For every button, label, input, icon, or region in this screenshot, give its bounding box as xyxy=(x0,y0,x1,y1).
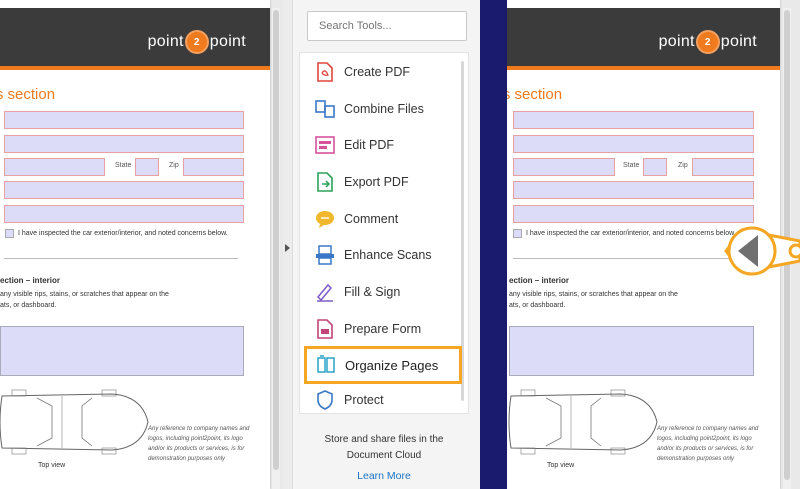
divider xyxy=(513,258,749,259)
zip-label: Zip xyxy=(678,162,688,169)
document-pane-left[interactable]: point 2 point r's section State Zip I ha… xyxy=(0,0,283,489)
state-field[interactable] xyxy=(135,158,159,176)
tool-enhance-scans[interactable]: Enhance Scans xyxy=(300,237,470,273)
point2point-logo: point 2 point xyxy=(148,30,246,54)
tools-pane: Create PDF Combine Files Edit PDF Export… xyxy=(283,0,480,489)
zip-label: Zip xyxy=(169,162,179,169)
interior-notes-field[interactable] xyxy=(0,326,244,376)
inspected-checkbox[interactable] xyxy=(5,229,14,238)
inspected-checkbox[interactable] xyxy=(513,229,522,238)
scrollbar-thumb[interactable] xyxy=(273,10,279,470)
comment-icon xyxy=(314,208,336,230)
form-field[interactable] xyxy=(4,158,105,176)
state-label: State xyxy=(623,162,640,169)
pdf-page: point 2 point r's section State Zip I ha… xyxy=(0,0,270,489)
inspected-text: I have inspected the car exterior/interi… xyxy=(526,230,736,237)
form-field[interactable] xyxy=(513,181,754,199)
form-field[interactable] xyxy=(513,111,754,129)
tool-combine-files[interactable]: Combine Files xyxy=(300,91,470,127)
scrollbar[interactable] xyxy=(272,8,280,489)
protect-icon xyxy=(314,389,336,411)
point2point-logo: point 2 point xyxy=(659,30,757,54)
tool-export-pdf[interactable]: Export PDF xyxy=(300,164,470,200)
inspected-text: I have inspected the car exterior/interi… xyxy=(18,230,228,237)
learn-more-link[interactable]: Learn More xyxy=(299,470,469,482)
section-title: r's section xyxy=(0,86,56,103)
tool-comment[interactable]: Comment xyxy=(300,201,470,237)
form-field[interactable] xyxy=(513,135,754,153)
export-pdf-icon xyxy=(314,171,336,193)
collapse-arrow-icon[interactable] xyxy=(285,244,290,252)
section-title: r's section xyxy=(507,86,563,103)
interior-description: ats, or dashboard. xyxy=(0,302,57,309)
disclaimer-text: Any reference to company names and logos… xyxy=(148,426,250,462)
state-label: State xyxy=(115,162,132,169)
prepare-form-icon xyxy=(314,318,336,340)
car-top-view-diagram xyxy=(508,389,658,455)
interior-description: any visible rips, stains, or scratches t… xyxy=(509,291,678,298)
page-header: point 2 point xyxy=(507,8,780,70)
form-field[interactable] xyxy=(513,158,615,176)
tool-fill-sign[interactable]: Fill & Sign xyxy=(300,274,470,310)
fill-sign-icon xyxy=(314,281,336,303)
tools-list: Create PDF Combine Files Edit PDF Export… xyxy=(299,52,469,414)
steering-wheel-icon: 2 xyxy=(695,30,720,54)
edit-pdf-icon xyxy=(314,134,336,156)
state-field[interactable] xyxy=(643,158,667,176)
disclaimer-text: Any reference to company names and logos… xyxy=(657,426,759,462)
page-header: point 2 point xyxy=(0,8,270,70)
collapse-pane-handle[interactable] xyxy=(283,0,293,489)
interior-title: ection – interior xyxy=(0,276,61,285)
zip-field[interactable] xyxy=(183,158,244,176)
organize-pages-icon xyxy=(315,354,337,376)
form-field[interactable] xyxy=(4,135,244,153)
tool-organize-pages[interactable]: Organize Pages xyxy=(304,346,462,384)
search-tools-input[interactable] xyxy=(307,11,467,41)
tool-protect[interactable]: Protect xyxy=(300,385,470,415)
tool-create-pdf[interactable]: Create PDF xyxy=(300,54,470,90)
interior-description: ats, or dashboard. xyxy=(509,302,566,309)
form-field[interactable] xyxy=(4,111,244,129)
divider xyxy=(4,258,238,259)
callout-end-dot xyxy=(788,243,800,259)
interior-title: ection – interior xyxy=(509,276,570,285)
split-divider xyxy=(480,0,507,489)
zip-field[interactable] xyxy=(692,158,754,176)
create-pdf-icon xyxy=(314,61,336,83)
combine-files-icon xyxy=(314,98,336,120)
tool-edit-pdf[interactable]: Edit PDF xyxy=(300,127,470,163)
tool-prepare-form[interactable]: Prepare Form xyxy=(300,311,470,347)
steering-wheel-icon: 2 xyxy=(184,30,209,54)
form-field[interactable] xyxy=(513,205,754,223)
document-cloud-promo: Store and share files in the Document Cl… xyxy=(324,434,444,461)
form-field[interactable] xyxy=(4,205,244,223)
top-view-label: Top view xyxy=(38,462,66,469)
expand-pane-callout[interactable] xyxy=(722,226,800,276)
car-top-view-diagram xyxy=(0,389,149,455)
top-view-label: Top view xyxy=(547,462,575,469)
interior-description: any visible rips, stains, or scratches t… xyxy=(0,291,169,298)
enhance-scans-icon xyxy=(314,244,336,266)
interior-notes-field[interactable] xyxy=(509,326,754,376)
form-field[interactable] xyxy=(4,181,244,199)
